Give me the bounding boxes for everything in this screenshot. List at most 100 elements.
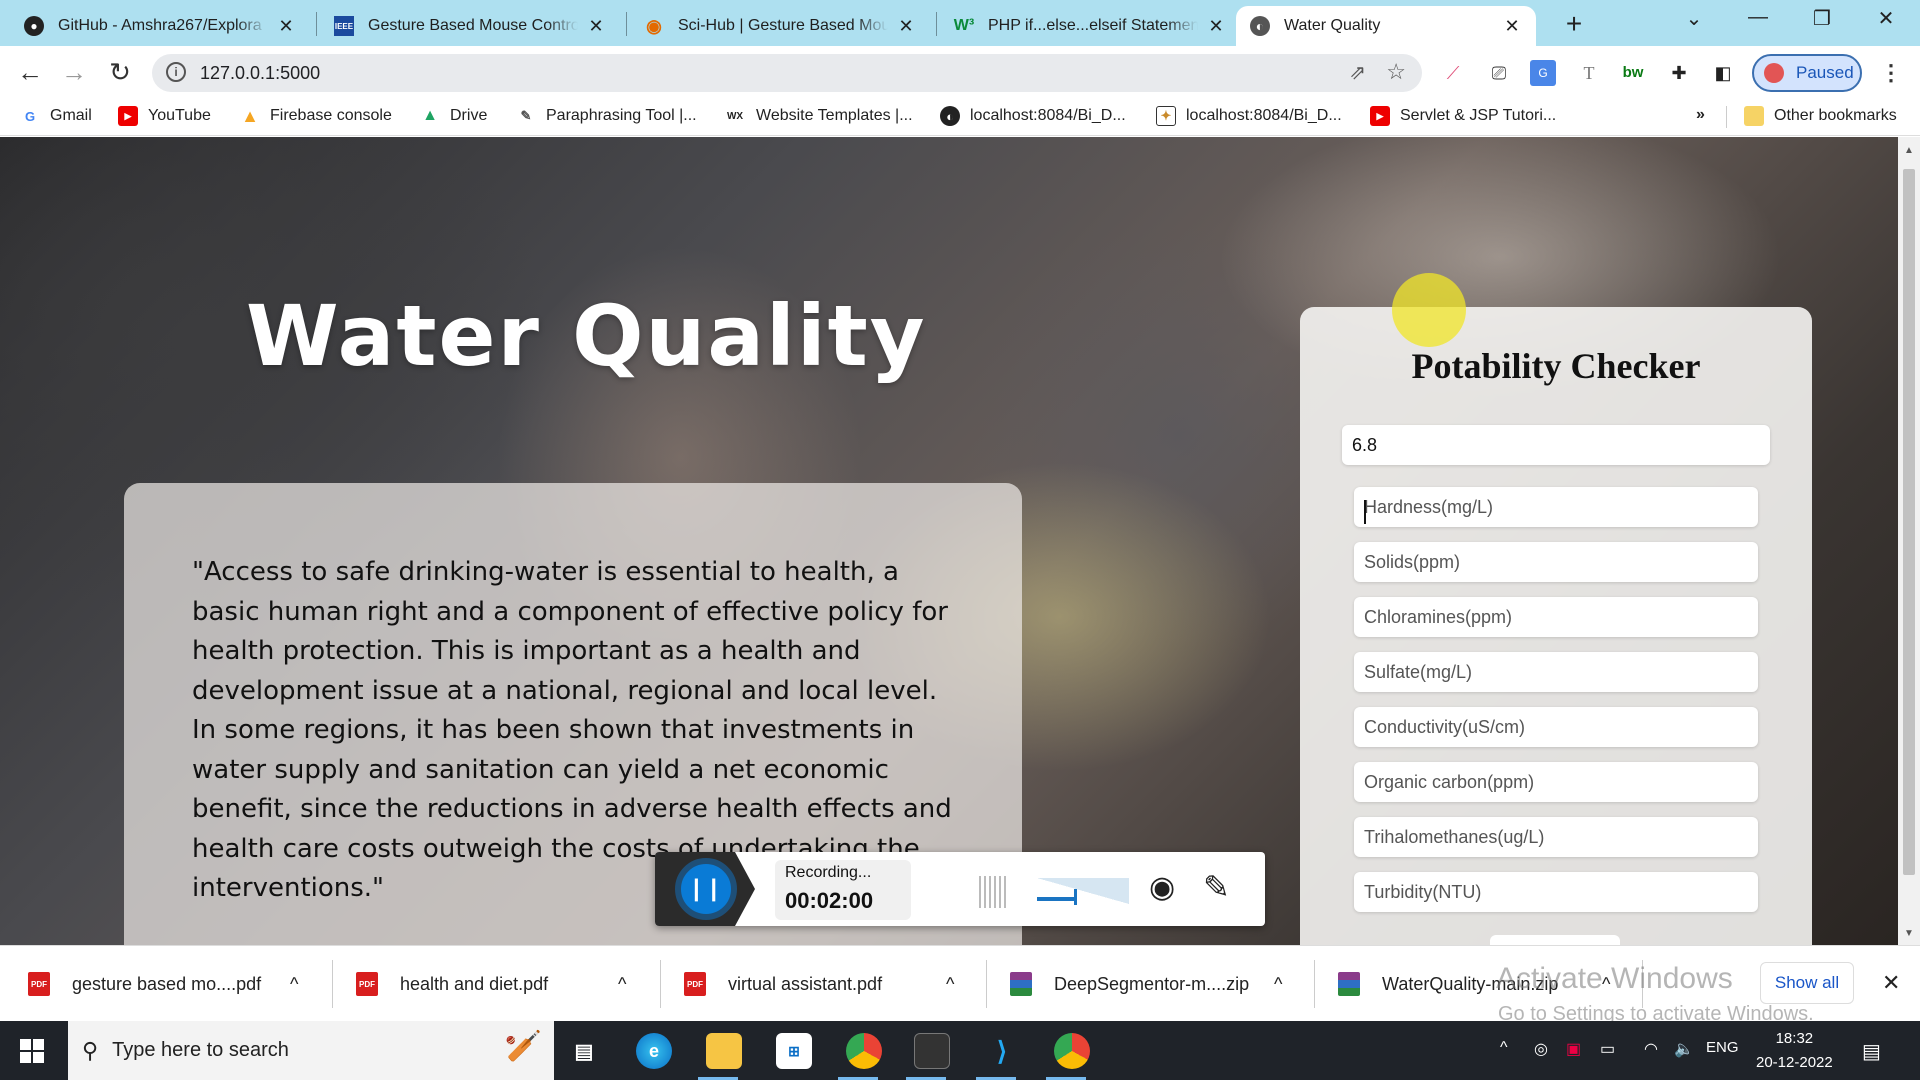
new-tab-button[interactable]: + — [1558, 8, 1590, 40]
close-downloads-icon[interactable]: ✕ — [1882, 970, 1900, 996]
solids-input[interactable] — [1354, 542, 1758, 582]
close-tab-icon[interactable]: ✕ — [896, 16, 916, 37]
menu-kebab-icon[interactable]: ⋮ — [1880, 60, 1902, 86]
tab-water-quality[interactable]: ◐ Water Quality ✕ — [1236, 6, 1536, 46]
bookmark-star-icon[interactable]: ☆ — [1386, 59, 1406, 85]
tab-scihub[interactable]: ◉ Sci-Hub | Gesture Based Mou ✕ — [630, 6, 930, 46]
show-hidden-icons[interactable]: ^ — [1500, 1039, 1508, 1057]
cast-extension-icon[interactable]: ⎚ — [1486, 60, 1512, 86]
close-window-button[interactable]: ✕ — [1866, 6, 1906, 31]
vscode-icon[interactable]: ⟩ — [984, 1033, 1020, 1069]
task-view-icon[interactable]: ▤ — [566, 1033, 602, 1069]
file-explorer-icon[interactable] — [706, 1033, 742, 1069]
download-item[interactable]: PDF health and diet.pdf ^ — [356, 964, 646, 1004]
chrome-profile-icon[interactable] — [1054, 1033, 1090, 1069]
tab-github[interactable]: ● GitHub - Amshra267/Explora ✕ — [10, 6, 310, 46]
trihalomethanes-input[interactable] — [1354, 817, 1758, 857]
download-item[interactable]: DeepSegmentor-m....zip ^ — [1010, 964, 1300, 1004]
drag-grip-icon[interactable] — [979, 876, 1007, 908]
sulfate-input[interactable] — [1354, 652, 1758, 692]
tab-ieee[interactable]: IEEE Gesture Based Mouse Contro ✕ — [320, 6, 620, 46]
edge-icon[interactable]: e — [636, 1033, 672, 1069]
other-bookmarks[interactable]: Other bookmarks — [1744, 106, 1897, 126]
side-panel-icon[interactable]: ◧ — [1710, 60, 1736, 86]
scroll-up-icon[interactable]: ▲ — [1898, 145, 1920, 156]
microsoft-store-icon[interactable]: ⊞ — [776, 1033, 812, 1069]
ph-input[interactable] — [1342, 425, 1770, 465]
pdf-file-icon: PDF — [28, 972, 50, 996]
close-tab-icon[interactable]: ✕ — [276, 16, 296, 37]
bookmark-gmail[interactable]: G Gmail — [20, 106, 92, 126]
download-divider — [660, 960, 661, 1008]
site-info-icon[interactable]: i — [166, 62, 186, 82]
bw-extension-icon[interactable]: bw — [1620, 60, 1646, 86]
page-scrollbar[interactable]: ▲ ▼ — [1898, 137, 1920, 945]
bookmark-wix[interactable]: WX Website Templates |... — [724, 106, 913, 126]
bookmark-drive[interactable]: ▲ Drive — [420, 106, 487, 126]
reload-icon[interactable]: ↻ — [104, 56, 136, 88]
restore-button[interactable]: ❐ — [1802, 6, 1842, 31]
chevron-up-icon[interactable]: ^ — [618, 974, 626, 995]
close-tab-icon[interactable]: ✕ — [586, 16, 606, 37]
text-extension-icon[interactable]: T — [1576, 60, 1602, 86]
download-item[interactable]: PDF gesture based mo....pdf ^ — [28, 964, 318, 1004]
profile-paused-button[interactable]: Paused — [1752, 54, 1862, 92]
chloramines-input[interactable] — [1354, 597, 1758, 637]
system-clock[interactable]: 18:32 20-12-2022 — [1756, 1027, 1833, 1075]
hardness-input[interactable] — [1354, 487, 1758, 527]
address-bar[interactable]: i 127.0.0.1:5000 ⇗ ☆ — [152, 54, 1422, 92]
pen-annotate-icon[interactable]: ✎ — [1203, 868, 1230, 906]
chrome-icon[interactable] — [846, 1033, 882, 1069]
close-tab-icon[interactable]: ✕ — [1206, 16, 1226, 37]
recorder-tray-icon[interactable]: ▣ — [1566, 1039, 1581, 1059]
chevron-up-icon[interactable]: ^ — [1602, 974, 1610, 995]
bookmark-servlet[interactable]: ▶ Servlet & JSP Tutori... — [1370, 106, 1556, 126]
terminal-icon[interactable] — [914, 1033, 950, 1069]
share-icon[interactable]: ⇗ — [1349, 60, 1366, 85]
volume-icon[interactable]: 🔈 — [1674, 1039, 1694, 1059]
windows-start-icon[interactable] — [20, 1039, 44, 1063]
minimize-button[interactable]: — — [1738, 6, 1778, 29]
tab-title: GitHub - Amshra267/Explora — [58, 17, 262, 34]
organic-carbon-input[interactable] — [1354, 762, 1758, 802]
bookmark-localhost-2[interactable]: ✦ localhost:8084/Bi_D... — [1156, 106, 1342, 126]
taskbar-search-box[interactable]: ⚲ Type here to search 🏏 — [68, 1021, 554, 1080]
bookmark-firebase[interactable]: ▲ Firebase console — [240, 106, 392, 126]
download-item[interactable]: WaterQuality-main.zip ^ — [1338, 964, 1628, 1004]
bookmarks-overflow-button[interactable]: » — [1696, 106, 1705, 124]
conductivity-input[interactable] — [1354, 707, 1758, 747]
scrollbar-thumb[interactable] — [1903, 169, 1915, 875]
submit-button[interactable] — [1490, 935, 1620, 945]
forward-icon[interactable]: → — [58, 56, 90, 88]
turbidity-input[interactable] — [1354, 872, 1758, 912]
scroll-down-icon[interactable]: ▼ — [1898, 928, 1920, 939]
chevron-up-icon[interactable]: ^ — [1274, 974, 1282, 995]
download-item[interactable]: PDF virtual assistant.pdf ^ — [684, 964, 974, 1004]
bookmark-youtube[interactable]: ▶ YouTube — [118, 106, 211, 126]
color-picker-extension-icon[interactable]: ⟋ — [1440, 60, 1466, 86]
language-indicator[interactable]: ENG — [1706, 1039, 1739, 1056]
close-tab-icon[interactable]: ✕ — [1502, 16, 1522, 37]
bookmark-label: Servlet & JSP Tutori... — [1400, 107, 1557, 124]
bookmark-paraphrasing[interactable]: ✎ Paraphrasing Tool |... — [516, 106, 697, 126]
google-translate-icon[interactable]: G — [1530, 60, 1556, 86]
chevron-up-icon[interactable]: ^ — [946, 974, 954, 995]
url-text[interactable]: 127.0.0.1:5000 — [200, 63, 320, 84]
download-filename: gesture based mo....pdf — [72, 973, 262, 994]
webcam-tray-icon[interactable]: ◎ — [1534, 1039, 1548, 1059]
notifications-icon[interactable]: ▤ — [1862, 1039, 1881, 1064]
pause-recording-button[interactable]: | | — [675, 858, 737, 920]
chevron-up-icon[interactable]: ^ — [290, 974, 298, 995]
back-icon[interactable]: ← — [14, 56, 46, 88]
tab-search-icon[interactable]: ⌄ — [1674, 6, 1714, 31]
show-all-downloads-button[interactable]: Show all — [1760, 962, 1854, 1004]
battery-icon[interactable]: ▭ — [1600, 1039, 1615, 1059]
bookmark-localhost-1[interactable]: ◐ localhost:8084/Bi_D... — [940, 106, 1126, 126]
webcam-add-icon[interactable]: ◉ — [1149, 870, 1175, 905]
tab-w3schools[interactable]: W³ PHP if...else...elseif Statement ✕ — [940, 6, 1240, 46]
drive-icon: ▲ — [422, 107, 438, 124]
wifi-icon[interactable]: ◠ — [1644, 1039, 1658, 1059]
extensions-puzzle-icon[interactable]: ✚ — [1666, 60, 1692, 86]
tab-divider — [936, 12, 937, 36]
volume-knob[interactable] — [1073, 889, 1077, 905]
